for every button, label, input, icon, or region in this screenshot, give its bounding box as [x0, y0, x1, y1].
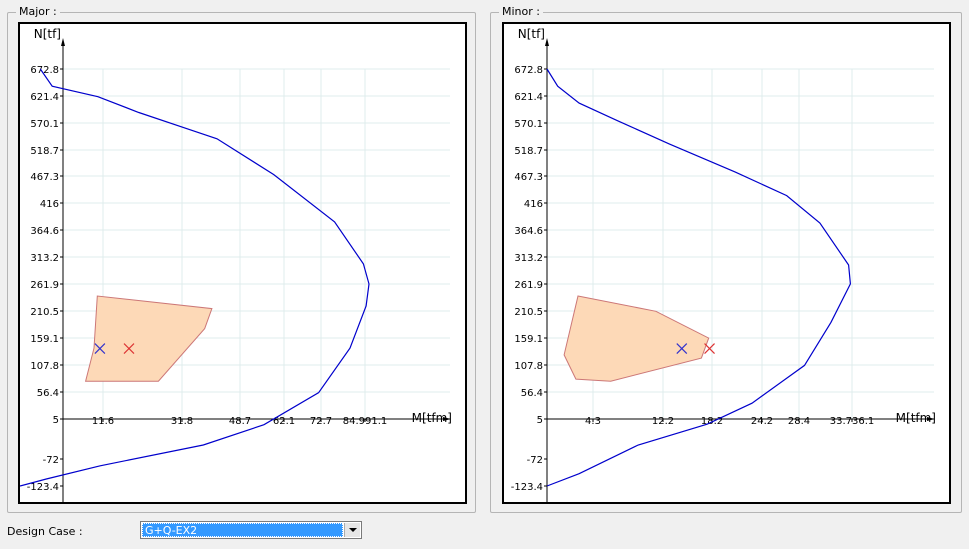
y-tick-label: 56.4: [37, 388, 59, 399]
y-tick-label: 261.9: [514, 280, 543, 291]
x-tick-label: 11.6: [92, 416, 114, 427]
design-case-select[interactable]: G+Q-EX2: [140, 521, 362, 539]
y-axis-arrow: [61, 38, 65, 46]
major-plot-area: N[tf] M[tfm] 672.8 621.4 570.1 518.7 467.3 416 3…: [18, 22, 467, 504]
y-tick-label: 621.4: [514, 92, 543, 103]
design-case-label: Design Case :: [7, 525, 83, 538]
y-tick-label: 364.6: [30, 226, 59, 237]
y-tick-label: 313.2: [30, 253, 59, 264]
red-x-marker: [704, 343, 715, 355]
minor-interaction-chart: N[tf] M[tfm] 672.8 621.4 570.1 518.7 467.3 416 3…: [511, 27, 936, 502]
y-axis-label: N[tf]: [34, 27, 61, 41]
y-tick-label: 672.8: [514, 65, 543, 76]
demand-envelope: [563, 295, 710, 382]
y-tick-label: 364.6: [514, 226, 543, 237]
x-tick-label: 48.7: [229, 416, 251, 427]
y-tick-label: 416: [40, 199, 59, 210]
x-tick-label: 24.2: [751, 416, 773, 427]
chevron-down-icon[interactable]: [344, 523, 360, 537]
demand-envelope: [84, 295, 213, 382]
major-group-title: Major :: [16, 5, 60, 19]
y-tick-label: -123.4: [27, 482, 59, 493]
y-tick-label: 467.3: [514, 172, 543, 183]
x-tick-label: 84.991.1: [343, 416, 388, 427]
x-tick-label: 4.3: [585, 416, 601, 427]
major-interaction-chart: N[tf]M[tfm]672.8621.4570.1518.7467.34163…: [20, 27, 452, 502]
y-tick-label: 159.1: [30, 334, 59, 345]
minor-group-title: Minor :: [499, 5, 543, 19]
y-tick-label: 518.7: [30, 146, 59, 157]
y-tick-label: -72: [43, 455, 59, 466]
y-axis-label: N[tf]: [518, 27, 545, 41]
y-tick-label: 210.5: [30, 307, 59, 318]
y-tick-label: 518.7: [514, 146, 543, 157]
design-case-value: G+Q-EX2: [142, 523, 343, 537]
y-tick-label: 5: [537, 415, 543, 426]
y-tick-label: 467.3: [30, 172, 59, 183]
y-tick-label: 621.4: [30, 92, 59, 103]
y-tick-label: 570.1: [30, 119, 59, 130]
y-tick-label: 107.8: [30, 361, 59, 372]
y-tick-label: 570.1: [514, 119, 543, 130]
x-tick-label: 31.8: [171, 416, 193, 427]
y-tick-label: 5: [53, 415, 59, 426]
y-tick-label: -72: [527, 455, 543, 466]
y-tick-label: 210.5: [514, 307, 543, 318]
x-tick-label: 33.736.1: [830, 416, 875, 427]
y-tick-label: 159.1: [514, 334, 543, 345]
y-tick-label: 261.9: [30, 280, 59, 291]
y-tick-label: 313.2: [514, 253, 543, 264]
y-axis-arrow: [545, 38, 549, 46]
minor-plot-area: N[tf] M[tfm] 672.8 621.4 570.1 518.7 467.3 416 3…: [502, 22, 951, 504]
y-tick-label: 107.8: [514, 361, 543, 372]
y-tick-label: 56.4: [521, 388, 543, 399]
x-tick-label: 12.2: [652, 416, 674, 427]
x-axis-label: M[tfm]: [896, 411, 936, 425]
x-axis-label: M[tfm]: [412, 411, 452, 425]
y-tick-label: -123.4: [511, 482, 543, 493]
x-tick-label: 72.7: [310, 416, 332, 427]
y-tick-label: 416: [524, 199, 543, 210]
x-tick-label: 28.4: [788, 416, 810, 427]
